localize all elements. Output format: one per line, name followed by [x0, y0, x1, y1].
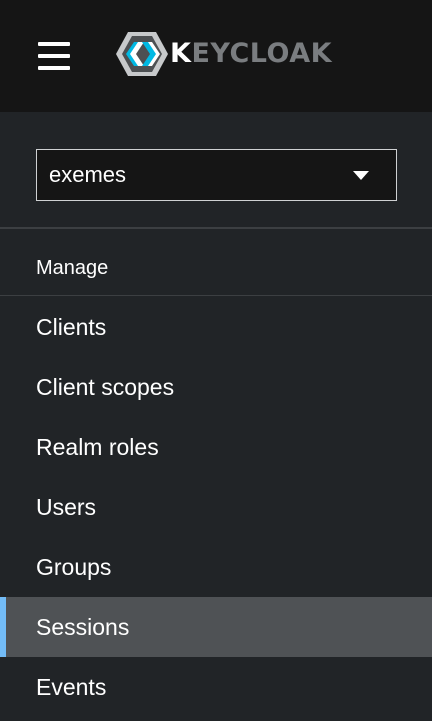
sidebar-item-groups[interactable]: Groups: [0, 537, 432, 597]
brand-logo[interactable]: KEYCLOAK: [114, 30, 332, 78]
divider: [0, 295, 432, 296]
hamburger-bar: [38, 54, 70, 58]
hamburger-bar: [38, 42, 70, 46]
hamburger-bar: [38, 66, 70, 70]
brand-text-rest: EYCLOAK: [191, 38, 333, 69]
section-title-manage: Manage: [36, 257, 109, 279]
sidebar-item-sessions[interactable]: Sessions: [0, 597, 432, 657]
realm-selector-value: exemes: [49, 162, 127, 187]
sidebar-item-realm-roles[interactable]: Realm roles: [0, 417, 432, 477]
nav-list: Clients Client scopes Realm roles Users …: [0, 297, 432, 717]
sidebar-item-label: Groups: [36, 554, 112, 580]
sidebar-item-label: Events: [36, 674, 107, 700]
sidebar-item-label: Realm roles: [36, 434, 159, 460]
sidebar-item-label: Sessions: [36, 614, 130, 640]
keycloak-logo-icon: [116, 32, 168, 76]
brand-text: KEYCLOAK: [170, 30, 332, 78]
sidebar-item-events[interactable]: Events: [0, 657, 432, 717]
divider: [0, 227, 432, 229]
hamburger-menu-icon[interactable]: [38, 42, 70, 70]
sidebar-item-client-scopes[interactable]: Client scopes: [0, 357, 432, 417]
brand-text-first: K: [170, 38, 192, 69]
masthead: KEYCLOAK: [0, 0, 432, 112]
sidebar: exemes Manage Clients Client scopes Real…: [0, 112, 432, 721]
sidebar-item-label: Clients: [36, 314, 107, 340]
caret-down-icon: [353, 171, 369, 180]
realm-selector[interactable]: exemes: [36, 149, 397, 201]
sidebar-item-label: Users: [36, 494, 97, 520]
app-root: KEYCLOAK exemes Manage Clients Client sc…: [0, 0, 432, 721]
sidebar-item-clients[interactable]: Clients: [0, 297, 432, 357]
sidebar-item-users[interactable]: Users: [0, 477, 432, 537]
sidebar-item-label: Client scopes: [36, 374, 175, 400]
